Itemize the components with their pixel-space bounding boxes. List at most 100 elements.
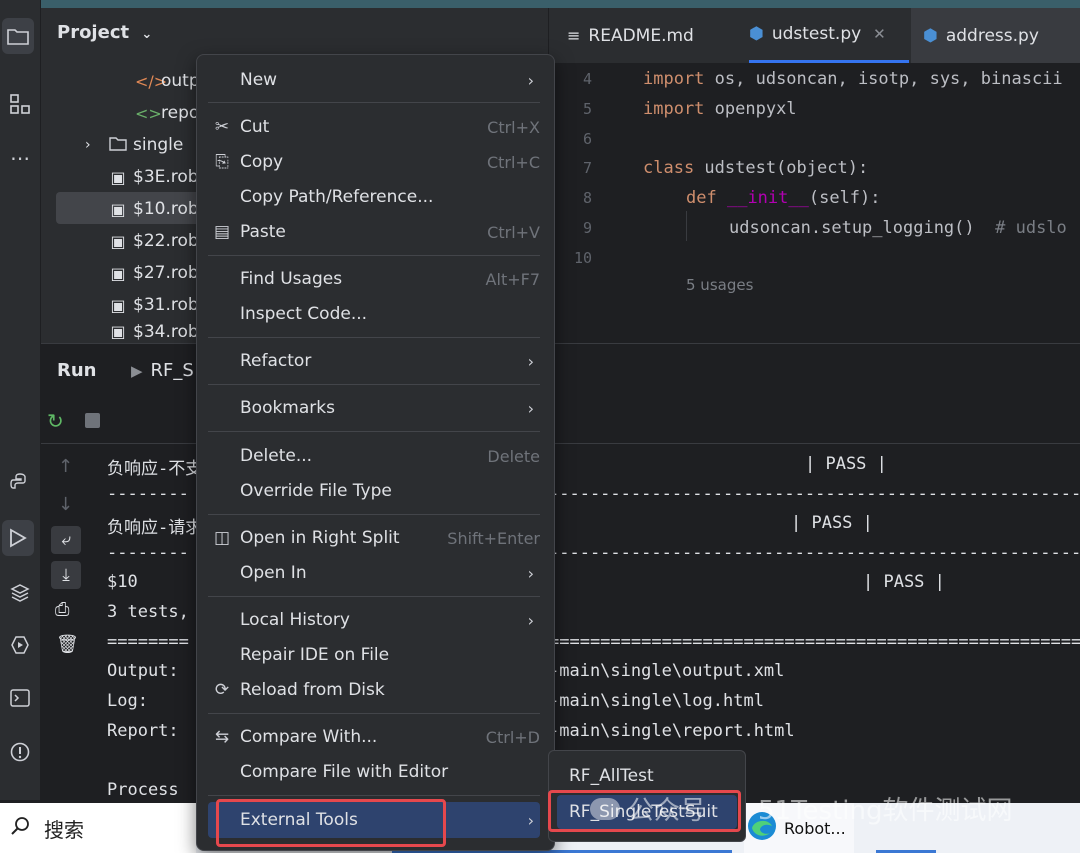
folder-icon[interactable] <box>2 18 34 54</box>
copy-icon: ⎘ <box>215 152 229 172</box>
chevron-right-icon: › <box>527 810 534 830</box>
menu-item-delete[interactable]: Delete... Delete <box>208 439 540 473</box>
menu-separator <box>208 102 540 103</box>
rerun-icon[interactable]: ↻ <box>47 409 64 433</box>
print-icon[interactable]: ⎙ <box>55 599 69 620</box>
code-line: def __init__(self): <box>686 188 881 208</box>
code-line: udsoncan.setup_logging() # udslo <box>729 218 1067 238</box>
menu-item-shortcut: Alt+F7 <box>485 269 540 289</box>
menu-item-compare-file-editor[interactable]: Compare File with Editor <box>208 755 540 789</box>
menu-separator <box>208 596 540 597</box>
terminal-icon[interactable] <box>0 680 40 716</box>
tab-readme[interactable]: ≡ README.md <box>567 8 694 63</box>
menu-item-label: Refactor <box>240 351 312 371</box>
menu-item-find-usages[interactable]: Find Usages Alt+F7 <box>208 262 540 296</box>
usages-hint[interactable]: 5 usages <box>686 276 753 294</box>
menu-item-label: Repair IDE on File <box>240 645 390 665</box>
menu-item-shortcut: Ctrl+V <box>487 222 540 242</box>
line-number: 9 <box>582 219 592 237</box>
window-top-edge <box>0 0 1080 8</box>
menu-item-copy-path[interactable]: Copy Path/Reference... <box>208 180 540 214</box>
project-title[interactable]: Project ⌄ <box>57 22 152 43</box>
menu-item-local-history[interactable]: Local History › <box>208 603 540 637</box>
problems-icon[interactable] <box>0 734 40 770</box>
layers-icon[interactable] <box>0 575 40 611</box>
tree-item[interactable]: ▣ $10.rob <box>107 194 198 224</box>
console-line: | PASS | <box>805 454 887 474</box>
tree-item-label: $31.rob <box>133 295 199 315</box>
menu-item-label: New <box>240 70 278 90</box>
menu-item-open-right-split[interactable]: ◫ Open in Right Split Shift+Enter <box>208 521 540 555</box>
arrow-down-icon[interactable]: ↓ <box>58 494 73 515</box>
tree-folder[interactable]: › single <box>85 130 183 160</box>
menu-item-label: Copy Path/Reference... <box>240 187 434 207</box>
submenu-item-label: RF_AllTest <box>569 766 654 786</box>
robot-icon: ▣ <box>110 231 126 251</box>
menu-item-inspect-code[interactable]: Inspect Code... <box>208 297 540 331</box>
tree-item[interactable]: </> outp <box>135 66 200 96</box>
menu-item-label: Reload from Disk <box>240 680 385 700</box>
chevron-right-icon: › <box>527 398 534 418</box>
run-config-tab[interactable]: ▶ RF_S <box>131 360 194 381</box>
taskbar-search-label: 搜索 <box>44 817 84 842</box>
menu-separator <box>208 713 540 714</box>
menu-item-shortcut: Ctrl+D <box>485 727 540 747</box>
run-side-toolbar: ↑ ↓ ⤶ ⤓ ⎙ 🗑 <box>41 444 91 804</box>
console-line: | PASS | <box>791 513 873 533</box>
tab-label: udstest.py <box>771 24 862 44</box>
robot-icon: ▣ <box>110 263 126 283</box>
menu-item-refactor[interactable]: Refactor › <box>208 344 540 378</box>
scroll-to-end-icon[interactable]: ⤓ <box>51 561 81 589</box>
tree-item[interactable]: ▣ $31.rob <box>107 290 199 320</box>
code-line: import os, udsoncan, isotp, sys, binasci… <box>643 69 1063 89</box>
taskbar-search[interactable]: 搜索 <box>0 803 196 853</box>
tree-item[interactable]: ▣ $22.rob <box>107 226 198 256</box>
structure-icon[interactable] <box>0 86 40 122</box>
menu-item-copy[interactable]: ⎘ Copy Ctrl+C <box>208 145 540 179</box>
menu-item-shortcut: Ctrl+X <box>487 117 540 137</box>
tree-item-label: $34.rob <box>133 322 199 342</box>
menu-item-bookmarks[interactable]: Bookmarks › <box>208 391 540 425</box>
services-icon[interactable] <box>0 627 40 663</box>
console-line: | PASS | <box>863 572 945 592</box>
code-view: import os, udsoncan, isotp, sys, binasci… <box>600 63 1080 308</box>
menu-item-label: Compare File with Editor <box>240 762 449 782</box>
menu-item-new[interactable]: New › <box>208 63 540 97</box>
folder-icon <box>107 136 129 155</box>
editor-tabs: ≡ README.md ⬢ udstest.py ✕ ⬢ address.py <box>549 8 1080 63</box>
run-icon[interactable] <box>2 520 34 556</box>
chevron-down-icon: ⌄ <box>141 27 153 42</box>
close-icon[interactable]: ✕ <box>873 25 886 43</box>
trash-icon[interactable]: 🗑 <box>56 634 79 655</box>
highlight-box <box>216 799 446 847</box>
submenu-item-rf-alltest[interactable]: RF_AllTest <box>557 759 737 793</box>
tree-item-label: $3E.rob <box>133 167 199 187</box>
tree-item[interactable]: <> repo <box>135 98 199 128</box>
line-number: 5 <box>582 100 592 118</box>
line-number: 6 <box>582 130 592 148</box>
tree-item[interactable]: ▣ $34.rob <box>107 322 199 343</box>
python-console-icon[interactable] <box>0 465 40 501</box>
code-line: import openpyxl <box>643 99 797 119</box>
console-line: 负响应-请求 <box>107 518 203 538</box>
line-number: 7 <box>582 159 592 177</box>
tree-item[interactable]: ▣ $3E.rob <box>107 162 199 192</box>
menu-item-paste[interactable]: ▤ Paste Ctrl+V <box>208 215 540 249</box>
line-number: 10 <box>573 249 592 267</box>
arrow-up-icon[interactable]: ↑ <box>58 456 73 477</box>
line-number: 4 <box>582 70 592 88</box>
soft-wrap-icon[interactable]: ⤶ <box>51 526 81 554</box>
stop-icon[interactable] <box>85 413 100 428</box>
more-icon[interactable]: ⋯ <box>0 140 40 176</box>
menu-item-reload-from-disk[interactable]: ⟳ Reload from Disk <box>208 673 540 707</box>
menu-item-cut[interactable]: ✂ Cut Ctrl+X <box>208 110 540 144</box>
compare-icon: ⇆ <box>214 727 230 747</box>
menu-item-override-file-type[interactable]: Override File Type <box>208 474 540 508</box>
menu-item-shortcut: Ctrl+C <box>486 152 540 172</box>
tab-udstest[interactable]: ⬢ udstest.py ✕ <box>749 8 909 63</box>
menu-item-open-in[interactable]: Open In › <box>208 556 540 590</box>
menu-item-compare-with[interactable]: ⇆ Compare With... Ctrl+D <box>208 720 540 754</box>
tree-item[interactable]: ▣ $27.rob <box>107 258 198 288</box>
tab-address[interactable]: ⬢ address.py <box>911 8 1080 63</box>
menu-item-repair-ide[interactable]: Repair IDE on File <box>208 638 540 672</box>
